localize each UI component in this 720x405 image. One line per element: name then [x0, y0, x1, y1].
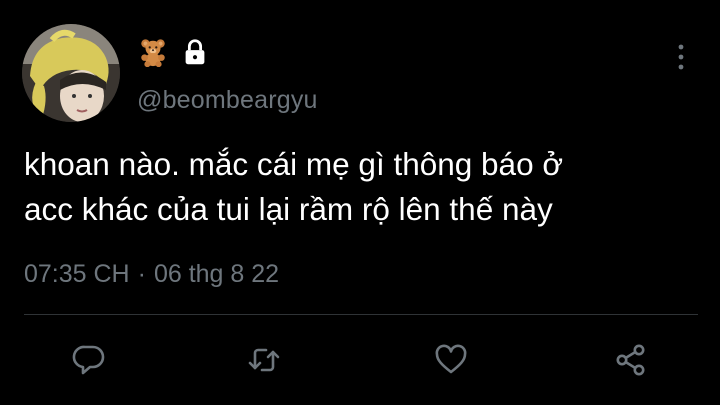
meta-separator: ·: [137, 260, 146, 288]
tweet-date: 06 thg 8 22: [153, 260, 280, 288]
tweet-time: 07:35 CH: [24, 260, 130, 288]
tweet-timestamp[interactable]: 07:35 CH · 06 thg 8 22: [24, 260, 279, 289]
retweet-icon: [248, 348, 280, 372]
share-icon: [616, 344, 645, 376]
share-button[interactable]: [611, 340, 651, 380]
tweet-detail: @beombeargyu khoan nào. mắc cái mẹ gì th…: [0, 0, 720, 405]
display-name-row[interactable]: [138, 36, 210, 68]
lock-icon: [185, 39, 205, 65]
avatar-image: [22, 24, 120, 122]
like-icon: [435, 344, 467, 374]
tweet-text-line-2: acc khác của tui lại rầm rộ lên thế này: [24, 191, 553, 227]
action-bar: [0, 340, 720, 380]
reply-icon: [72, 345, 105, 375]
reply-button[interactable]: [69, 340, 109, 380]
avatar[interactable]: [22, 24, 120, 122]
divider: [24, 314, 698, 315]
teddy-bear-emoji-icon: [141, 39, 165, 67]
retweet-button[interactable]: [244, 340, 284, 380]
more-options-icon[interactable]: [672, 42, 690, 72]
like-button[interactable]: [431, 340, 471, 380]
tweet-text: khoan nào. mắc cái mẹ gì thông báo ở acc…: [24, 142, 704, 232]
user-handle[interactable]: @beombeargyu: [137, 86, 318, 115]
tweet-text-line-1: khoan nào. mắc cái mẹ gì thông báo ở: [24, 146, 563, 182]
